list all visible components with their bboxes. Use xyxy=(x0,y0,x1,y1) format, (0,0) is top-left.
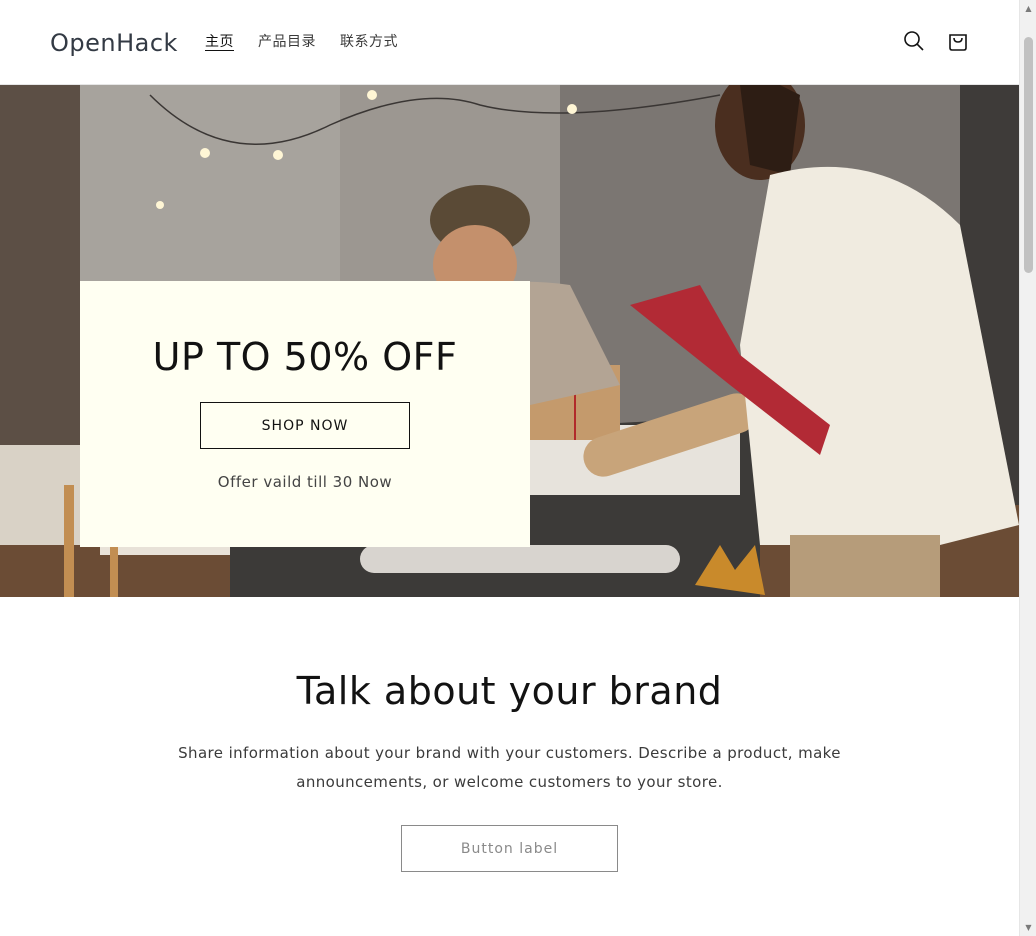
store-logo[interactable]: OpenHack xyxy=(50,29,178,57)
cart-icon[interactable] xyxy=(946,29,970,53)
brand-title: Talk about your brand xyxy=(296,669,723,713)
scrollbar-thumb[interactable] xyxy=(1024,37,1033,273)
main-nav: 主页 产品目录 联系方式 xyxy=(205,31,398,53)
shop-now-button[interactable]: SHOP NOW xyxy=(200,402,410,449)
scroll-down-arrow-icon[interactable]: ▼ xyxy=(1020,919,1036,936)
scroll-up-arrow-icon[interactable]: ▲ xyxy=(1020,0,1036,17)
nav-item-home[interactable]: 主页 xyxy=(205,31,234,53)
nav-item-contact[interactable]: 联系方式 xyxy=(340,31,398,53)
search-icon[interactable] xyxy=(902,29,926,53)
promo-heading: UP TO 50% OFF xyxy=(152,335,458,379)
promo-box: UP TO 50% OFF SHOP NOW Offer vaild till … xyxy=(80,281,530,547)
promo-caption: Offer vaild till 30 Now xyxy=(217,473,393,491)
page: OpenHack 主页 产品目录 联系方式 UP TO 50% OFF SHOP… xyxy=(0,0,1036,936)
brand-button[interactable]: Button label xyxy=(401,825,618,872)
hero-banner: UP TO 50% OFF SHOP NOW Offer vaild till … xyxy=(0,85,1019,597)
page-scrollbar[interactable]: ▲ ▼ xyxy=(1019,0,1036,936)
site-header: OpenHack 主页 产品目录 联系方式 xyxy=(0,0,1019,85)
nav-item-catalog[interactable]: 产品目录 xyxy=(258,31,316,53)
brand-description: Share information about your brand with … xyxy=(178,744,841,791)
brand-section: Talk about your brand Share information … xyxy=(0,597,1019,936)
